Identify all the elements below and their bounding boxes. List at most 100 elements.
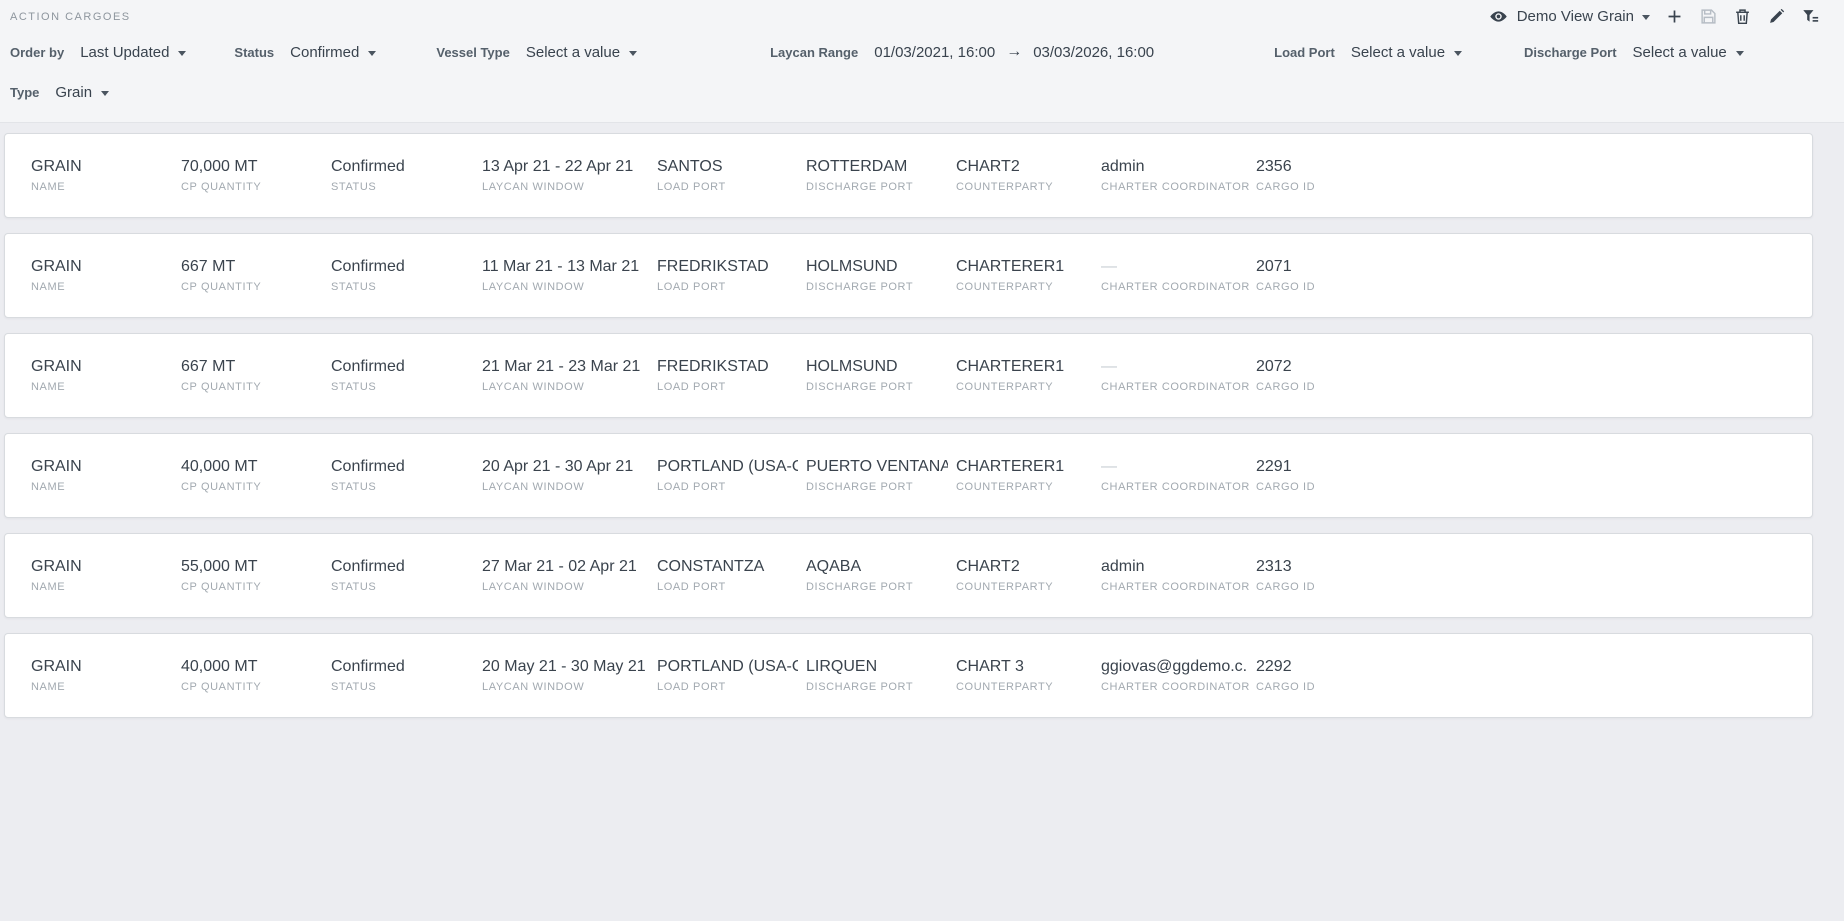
cargo-cp-quantity-field: 40,000 MT CP QUANTITY <box>181 458 331 493</box>
cargo-status-field: Confirmed STATUS <box>331 558 482 593</box>
filter-list-icon[interactable] <box>1800 7 1820 27</box>
cargo-name-field: GRAIN NAME <box>31 558 181 593</box>
view-selector[interactable]: Demo View Grain <box>1489 7 1650 27</box>
edit-view-button[interactable] <box>1766 7 1786 27</box>
view-toolbar: Demo View Grain <box>1489 7 1820 27</box>
cargo-counterparty-field: CHART 3 COUNTERPARTY <box>956 658 1101 693</box>
cargo-laycan-window-field: 20 May 21 - 30 May 21 LAYCAN WINDOW <box>482 658 657 693</box>
filter-order-by: Order by Last Updated <box>10 44 186 61</box>
filter-laycan-range: Laycan Range 01/03/2021, 16:00 → 03/03/2… <box>770 43 1154 61</box>
filter-type: Type Grain <box>10 84 109 101</box>
cargo-card[interactable]: GRAIN NAME 55,000 MT CP QUANTITY Confirm… <box>4 533 1813 618</box>
cargo-status-field: Confirmed STATUS <box>331 158 482 193</box>
cargo-counterparty-field: CHARTERER1 COUNTERPARTY <box>956 458 1101 493</box>
cargo-charter-coordinator-field: admin CHARTER COORDINATOR <box>1101 558 1256 593</box>
type-label: Type <box>10 85 39 100</box>
cargo-charter-coordinator-field: — CHARTER COORDINATOR <box>1101 258 1256 293</box>
filter-load-port: Load Port Select a value <box>1274 44 1462 61</box>
save-view-button[interactable] <box>1698 7 1718 27</box>
cargo-card[interactable]: GRAIN NAME 40,000 MT CP QUANTITY Confirm… <box>4 633 1813 718</box>
vessel-type-label: Vessel Type <box>436 45 509 60</box>
cargo-charter-coordinator-field: ggiovas@ggdemo.c... CHARTER COORDINATOR <box>1101 658 1256 693</box>
cargo-discharge-port-field: ROTTERDAM DISCHARGE PORT <box>806 158 956 193</box>
page-title: ACTION CARGOES <box>10 11 131 23</box>
cargo-id-field: 2356 CARGO ID <box>1256 158 1812 193</box>
chevron-down-icon <box>368 51 376 56</box>
cargo-counterparty-field: CHART2 COUNTERPARTY <box>956 558 1101 593</box>
cargo-load-port-field: SANTOS LOAD PORT <box>657 158 806 193</box>
chevron-down-icon <box>178 51 186 56</box>
load-port-dropdown[interactable]: Select a value <box>1351 44 1462 61</box>
cargo-laycan-window-field: 11 Mar 21 - 13 Mar 21 LAYCAN WINDOW <box>482 258 657 293</box>
cargo-card[interactable]: GRAIN NAME 70,000 MT CP QUANTITY Confirm… <box>4 133 1813 218</box>
filter-bar-secondary: Type Grain <box>10 80 1844 104</box>
cargo-name-field: GRAIN NAME <box>31 658 181 693</box>
add-view-button[interactable] <box>1664 7 1684 27</box>
discharge-port-label: Discharge Port <box>1524 45 1616 60</box>
vessel-type-dropdown[interactable]: Select a value <box>526 44 637 61</box>
cargo-card[interactable]: GRAIN NAME 667 MT CP QUANTITY Confirmed … <box>4 333 1813 418</box>
cargo-list: GRAIN NAME 70,000 MT CP QUANTITY Confirm… <box>0 123 1844 718</box>
filter-discharge-port: Discharge Port Select a value <box>1524 44 1744 61</box>
cargo-id-field: 2072 CARGO ID <box>1256 358 1812 393</box>
cargo-counterparty-field: CHART2 COUNTERPARTY <box>956 158 1101 193</box>
cargo-discharge-port-field: LIRQUEN DISCHARGE PORT <box>806 658 956 693</box>
status-dropdown[interactable]: Confirmed <box>290 44 376 61</box>
delete-view-button[interactable] <box>1732 7 1752 27</box>
laycan-range-picker: 01/03/2021, 16:00 → 03/03/2026, 16:00 <box>874 43 1154 61</box>
filter-vessel-type: Vessel Type Select a value <box>436 44 637 61</box>
cargo-discharge-port-field: HOLMSUND DISCHARGE PORT <box>806 358 956 393</box>
cargo-discharge-port-field: PUERTO VENTANAS DISCHARGE PORT <box>806 458 956 493</box>
cargo-card[interactable]: GRAIN NAME 667 MT CP QUANTITY Confirmed … <box>4 233 1813 318</box>
laycan-to-date[interactable]: 03/03/2026, 16:00 <box>1033 44 1154 61</box>
cargo-id-field: 2292 CARGO ID <box>1256 658 1812 693</box>
cargo-load-port-field: PORTLAND (USA-O... LOAD PORT <box>657 658 806 693</box>
cargo-id-field: 2313 CARGO ID <box>1256 558 1812 593</box>
cargo-counterparty-field: CHARTERER1 COUNTERPARTY <box>956 258 1101 293</box>
cargo-discharge-port-field: AQABA DISCHARGE PORT <box>806 558 956 593</box>
cargo-load-port-field: CONSTANTZA LOAD PORT <box>657 558 806 593</box>
order-by-dropdown[interactable]: Last Updated <box>80 44 186 61</box>
chevron-down-icon <box>1454 51 1462 56</box>
laycan-from-date[interactable]: 01/03/2021, 16:00 <box>874 44 995 61</box>
filter-bar: Order by Last Updated Status Confirmed V… <box>10 40 1844 64</box>
cargo-laycan-window-field: 20 Apr 21 - 30 Apr 21 LAYCAN WINDOW <box>482 458 657 493</box>
cargo-charter-coordinator-field: — CHARTER COORDINATOR <box>1101 458 1256 493</box>
chevron-down-icon <box>1642 15 1650 20</box>
cargo-laycan-window-field: 13 Apr 21 - 22 Apr 21 LAYCAN WINDOW <box>482 158 657 193</box>
cargo-status-field: Confirmed STATUS <box>331 458 482 493</box>
cargo-id-field: 2291 CARGO ID <box>1256 458 1812 493</box>
cargo-cp-quantity-field: 667 MT CP QUANTITY <box>181 358 331 393</box>
cargo-name-field: GRAIN NAME <box>31 358 181 393</box>
view-name: Demo View Grain <box>1517 8 1634 25</box>
eye-icon <box>1489 7 1509 27</box>
cargo-cp-quantity-field: 55,000 MT CP QUANTITY <box>181 558 331 593</box>
cargo-id-field: 2071 CARGO ID <box>1256 258 1812 293</box>
cargo-cp-quantity-field: 667 MT CP QUANTITY <box>181 258 331 293</box>
cargo-discharge-port-field: HOLMSUND DISCHARGE PORT <box>806 258 956 293</box>
cargo-load-port-field: PORTLAND (USA-O... LOAD PORT <box>657 458 806 493</box>
cargo-charter-coordinator-field: admin CHARTER COORDINATOR <box>1101 158 1256 193</box>
cargo-load-port-field: FREDRIKSTAD LOAD PORT <box>657 258 806 293</box>
order-by-label: Order by <box>10 45 64 60</box>
cargo-load-port-field: FREDRIKSTAD LOAD PORT <box>657 358 806 393</box>
load-port-label: Load Port <box>1274 45 1335 60</box>
cargo-laycan-window-field: 27 Mar 21 - 02 Apr 21 LAYCAN WINDOW <box>482 558 657 593</box>
filter-status: Status Confirmed <box>234 44 376 61</box>
cargo-cp-quantity-field: 40,000 MT CP QUANTITY <box>181 658 331 693</box>
cargo-name-field: GRAIN NAME <box>31 258 181 293</box>
cargo-name-field: GRAIN NAME <box>31 458 181 493</box>
cargo-cp-quantity-field: 70,000 MT CP QUANTITY <box>181 158 331 193</box>
cargo-laycan-window-field: 21 Mar 21 - 23 Mar 21 LAYCAN WINDOW <box>482 358 657 393</box>
cargo-card[interactable]: GRAIN NAME 40,000 MT CP QUANTITY Confirm… <box>4 433 1813 518</box>
cargo-charter-coordinator-field: — CHARTER COORDINATOR <box>1101 358 1256 393</box>
cargo-status-field: Confirmed STATUS <box>331 258 482 293</box>
chevron-down-icon <box>1736 51 1744 56</box>
discharge-port-dropdown[interactable]: Select a value <box>1633 44 1744 61</box>
laycan-range-label: Laycan Range <box>770 45 858 60</box>
page-header: ACTION CARGOES Demo View Grain <box>0 0 1844 123</box>
cargo-status-field: Confirmed STATUS <box>331 658 482 693</box>
arrow-right-icon: → <box>1004 43 1024 61</box>
type-dropdown[interactable]: Grain <box>55 84 109 101</box>
chevron-down-icon <box>629 51 637 56</box>
